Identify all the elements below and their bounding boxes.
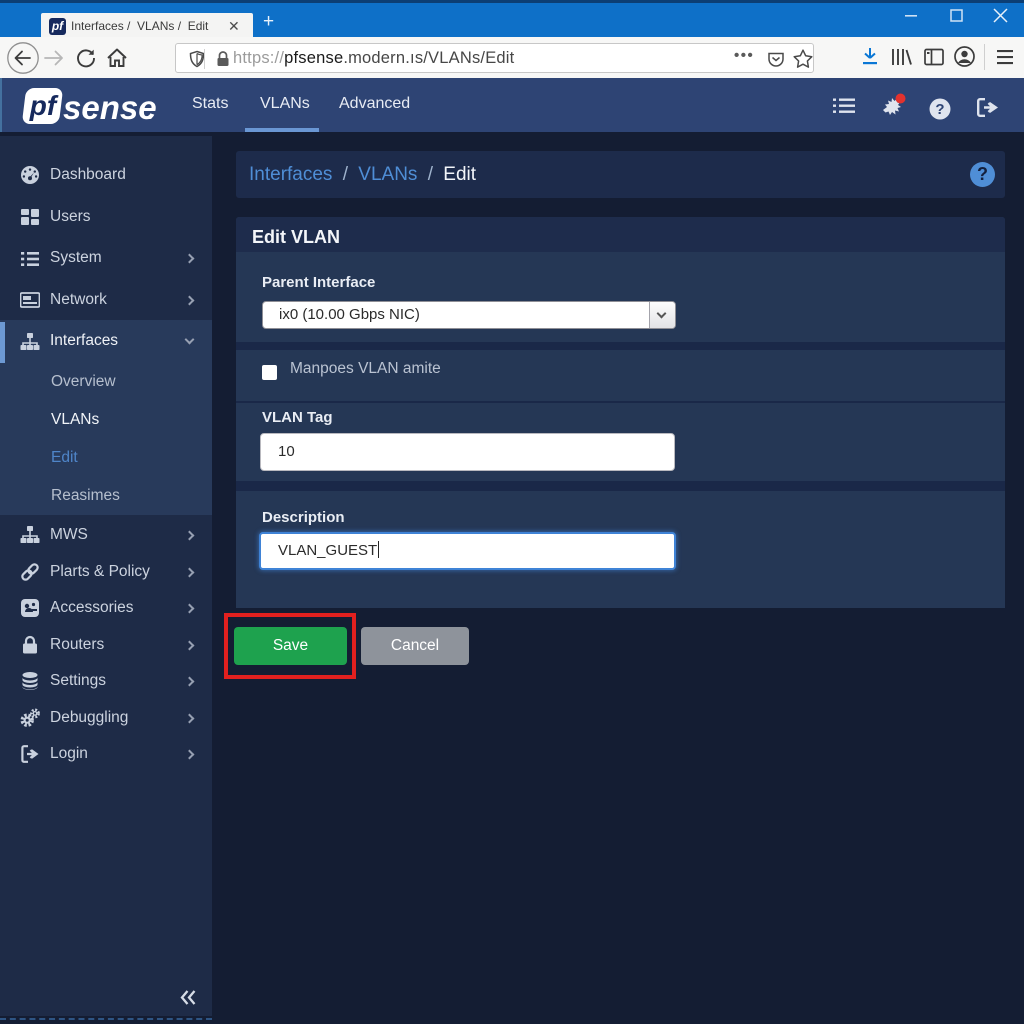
svg-text:?: ? — [935, 101, 944, 118]
